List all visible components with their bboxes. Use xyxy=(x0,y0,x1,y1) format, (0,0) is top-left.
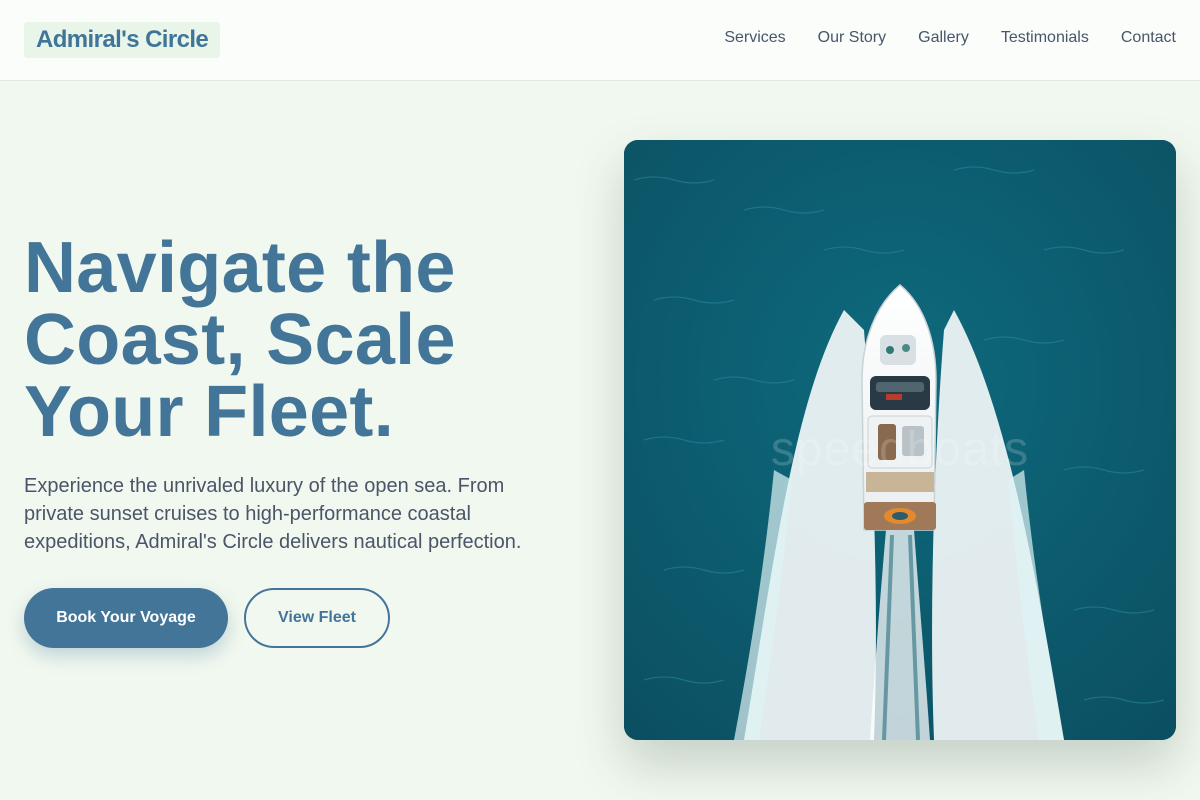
hero-title: Navigate the Coast, Scale Your Fleet. xyxy=(24,232,584,448)
hero-yacht-image: speedboats xyxy=(624,140,1176,740)
nav-link-contact[interactable]: Contact xyxy=(1121,28,1176,48)
main-nav: Services Our Story Gallery Testimonials … xyxy=(724,28,1176,48)
nav-link-gallery[interactable]: Gallery xyxy=(918,28,969,48)
hero-title-line: Your Fleet. xyxy=(24,372,395,452)
book-voyage-button[interactable]: Book Your Voyage xyxy=(24,588,228,648)
view-fleet-button[interactable]: View Fleet xyxy=(244,588,390,648)
nav-link-our-story[interactable]: Our Story xyxy=(818,28,886,48)
site-header: Admiral's Circle Services Our Story Gall… xyxy=(0,0,1200,81)
hero-title-line: Coast, Scale xyxy=(24,300,456,380)
hero-subtitle: Experience the unrivaled luxury of the o… xyxy=(24,475,522,553)
brand-logo[interactable]: Admiral's Circle xyxy=(24,22,221,58)
yacht-aerial-illustration xyxy=(624,140,1176,740)
nav-link-services[interactable]: Services xyxy=(724,28,785,48)
hero-title-line: Navigate the xyxy=(24,228,456,308)
nav-link-testimonials[interactable]: Testimonials xyxy=(1001,28,1089,48)
